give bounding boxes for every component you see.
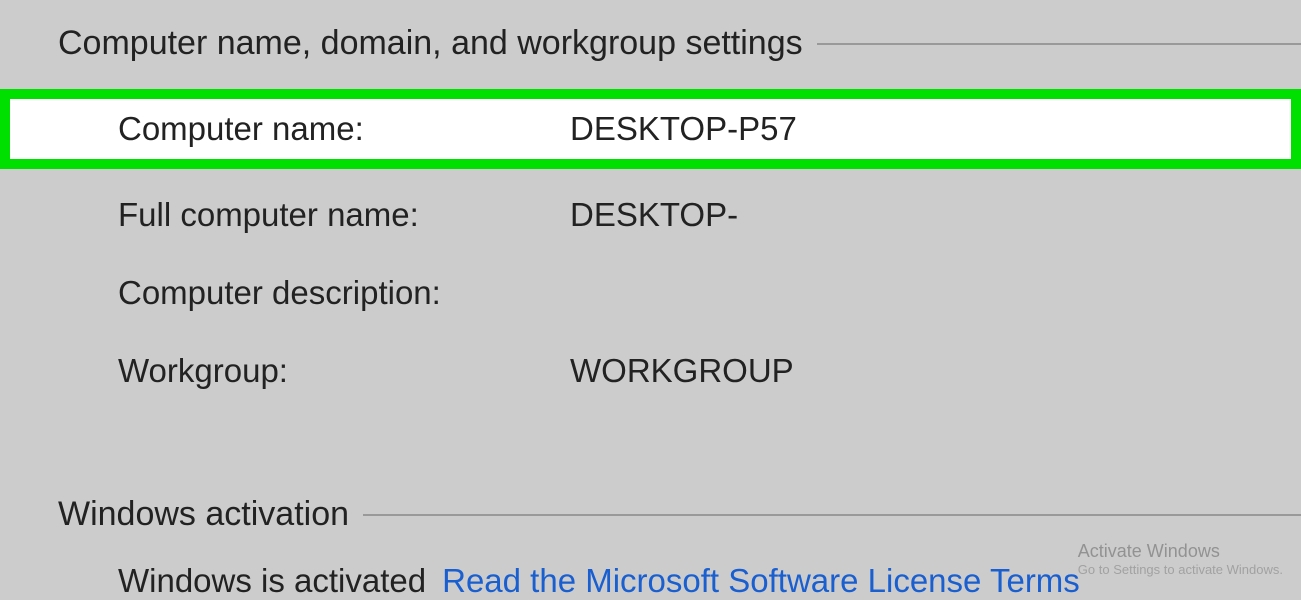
section-header-activation: Windows activation [0,495,1301,534]
watermark-title: Activate Windows [1078,541,1283,562]
row-workgroup: Workgroup: WORKGROUP [0,335,1301,407]
license-terms-link[interactable]: Read the Microsoft Software License Term… [442,562,1080,600]
section-title-computer: Computer name, domain, and workgroup set… [58,24,813,63]
label-computer-name: Computer name: [118,110,570,148]
label-full-computer-name: Full computer name: [118,196,570,234]
activate-windows-watermark: Activate Windows Go to Settings to activ… [1078,541,1283,577]
highlight-computer-name: Computer name: DESKTOP-P57 [0,89,1301,169]
value-full-computer-name: DESKTOP- [570,196,738,234]
activation-status-text: Windows is activated [118,562,426,600]
value-computer-name: DESKTOP-P57 [570,110,797,148]
label-computer-description: Computer description: [118,274,570,312]
section-header-computer: Computer name, domain, and workgroup set… [0,24,1301,63]
divider-line [817,43,1301,45]
label-workgroup: Workgroup: [118,352,570,390]
divider-line [363,514,1301,516]
watermark-subtitle: Go to Settings to activate Windows. [1078,562,1283,577]
value-workgroup: WORKGROUP [570,352,794,390]
section-title-activation: Windows activation [58,495,359,534]
row-computer-name: Computer name: DESKTOP-P57 [10,99,1291,159]
row-full-computer-name: Full computer name: DESKTOP- [0,179,1301,251]
row-computer-description: Computer description: [0,257,1301,329]
